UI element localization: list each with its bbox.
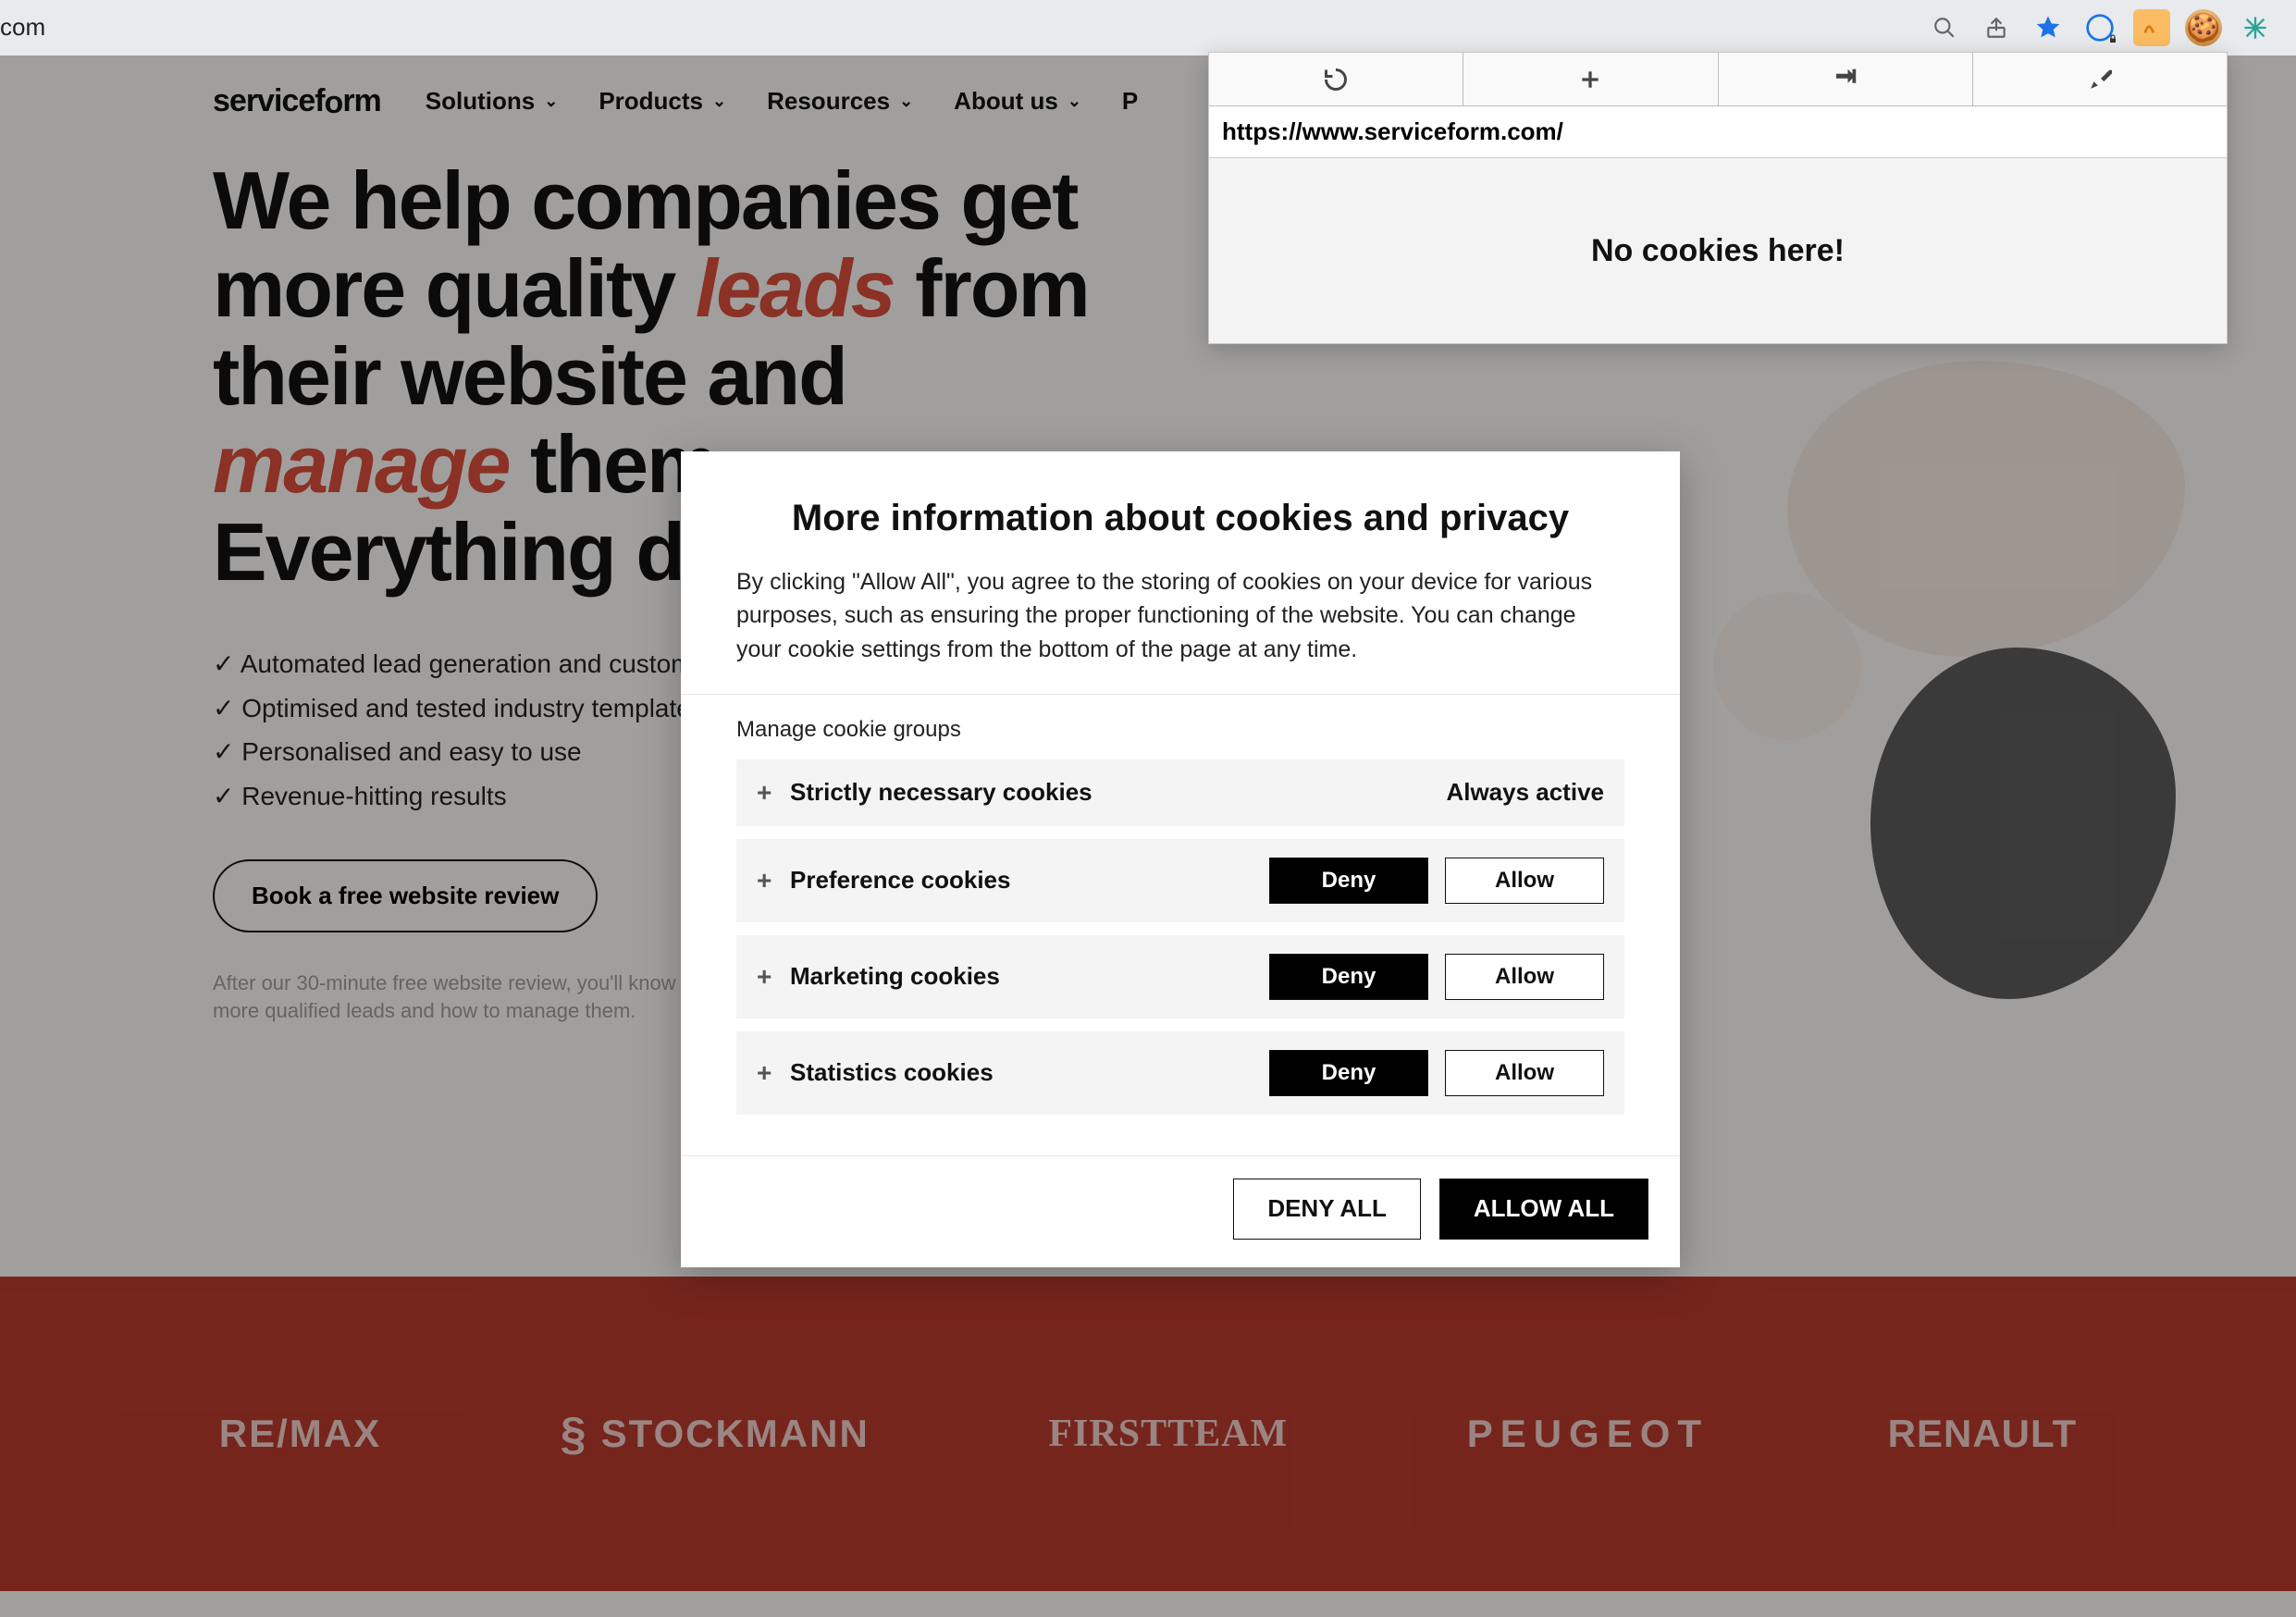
cookie-extension-icon[interactable]: 🍪 [2185,9,2222,46]
cookie-consent-modal: More information about cookies and priva… [681,451,1680,1267]
modal-title: More information about cookies and priva… [736,498,1624,539]
deny-button[interactable]: Deny [1269,1050,1428,1096]
cookie-group-statistics: + Statistics cookies Deny Allow [736,1031,1624,1115]
deny-button[interactable]: Deny [1269,858,1428,904]
cookie-group-name: Marketing cookies [790,962,1269,991]
ext-reload-button[interactable] [1209,53,1463,105]
browser-toolbar: com 🍪 [0,0,2296,56]
cookie-group-name: Strictly necessary cookies [790,778,1446,807]
gesture-extension-icon[interactable] [2133,9,2170,46]
share-icon[interactable] [1978,9,2015,46]
expand-icon[interactable]: + [757,962,790,992]
ext-add-button[interactable] [1463,53,1718,105]
cookie-group-name: Preference cookies [790,866,1269,895]
allow-button[interactable]: Allow [1445,1050,1604,1096]
ext-url-input[interactable] [1222,117,2214,146]
bookmark-star-icon[interactable] [2030,9,2067,46]
deny-button[interactable]: Deny [1269,954,1428,1000]
ext-import-button[interactable] [1719,53,1973,105]
deny-all-button[interactable]: DENY ALL [1233,1179,1421,1240]
modal-description: By clicking "Allow All", you agree to th… [736,565,1624,666]
expand-icon[interactable]: + [757,778,790,808]
ext-settings-button[interactable] [1973,53,2227,105]
url-fragment: com [0,13,45,42]
allow-all-button[interactable]: ALLOW ALL [1439,1179,1648,1240]
search-icon[interactable] [1926,9,1963,46]
snowflake-extension-icon[interactable] [2237,9,2274,46]
expand-icon[interactable]: + [757,1058,790,1088]
cookie-group-preference: + Preference cookies Deny Allow [736,839,1624,922]
cookie-group-marketing: + Marketing cookies Deny Allow [736,935,1624,1018]
cookie-editor-popup: No cookies here! [1208,52,2228,344]
always-active-label: Always active [1446,778,1604,807]
cookie-groups-label: Manage cookie groups [736,695,1624,759]
allow-button[interactable]: Allow [1445,954,1604,1000]
ext-empty-message: No cookies here! [1591,233,1845,269]
cookie-group-name: Statistics cookies [790,1058,1269,1087]
allow-button[interactable]: Allow [1445,858,1604,904]
expand-icon[interactable]: + [757,866,790,895]
cookie-group-strictly-necessary: + Strictly necessary cookies Always acti… [736,759,1624,826]
privacy-lock-icon[interactable] [2081,9,2118,46]
